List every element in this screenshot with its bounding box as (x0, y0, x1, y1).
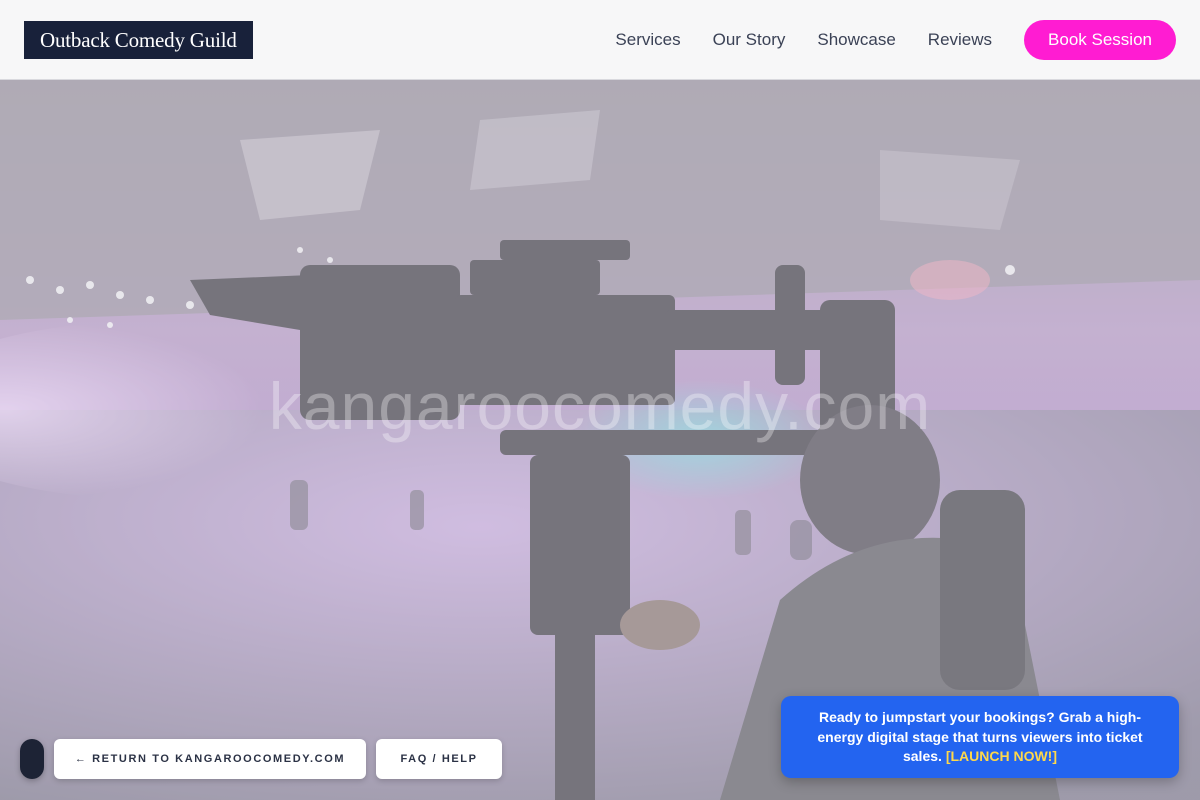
promo-banner[interactable]: Ready to jumpstart your bookings? Grab a… (781, 696, 1179, 778)
main-nav: Services Our Story Showcase Reviews Book… (615, 20, 1176, 60)
return-to-site-button[interactable]: ← RETURN TO KANGAROOCOMEDY.COM (54, 739, 366, 779)
hero-section: kangaroocomedy.com (0, 80, 1200, 800)
site-header: Outback Comedy Guild Services Our Story … (0, 0, 1200, 80)
nav-services[interactable]: Services (615, 30, 680, 50)
domain-watermark: kangaroocomedy.com (268, 369, 932, 443)
nav-our-story[interactable]: Our Story (713, 30, 786, 50)
faq-help-button[interactable]: FAQ / HELP (376, 739, 502, 779)
nav-reviews[interactable]: Reviews (928, 30, 992, 50)
launch-now-link[interactable]: [LAUNCH NOW!] (946, 748, 1057, 764)
book-session-button[interactable]: Book Session (1024, 20, 1176, 60)
nav-showcase[interactable]: Showcase (817, 30, 895, 50)
site-logo[interactable]: Outback Comedy Guild (24, 21, 253, 59)
toggle-pill[interactable] (20, 739, 44, 779)
